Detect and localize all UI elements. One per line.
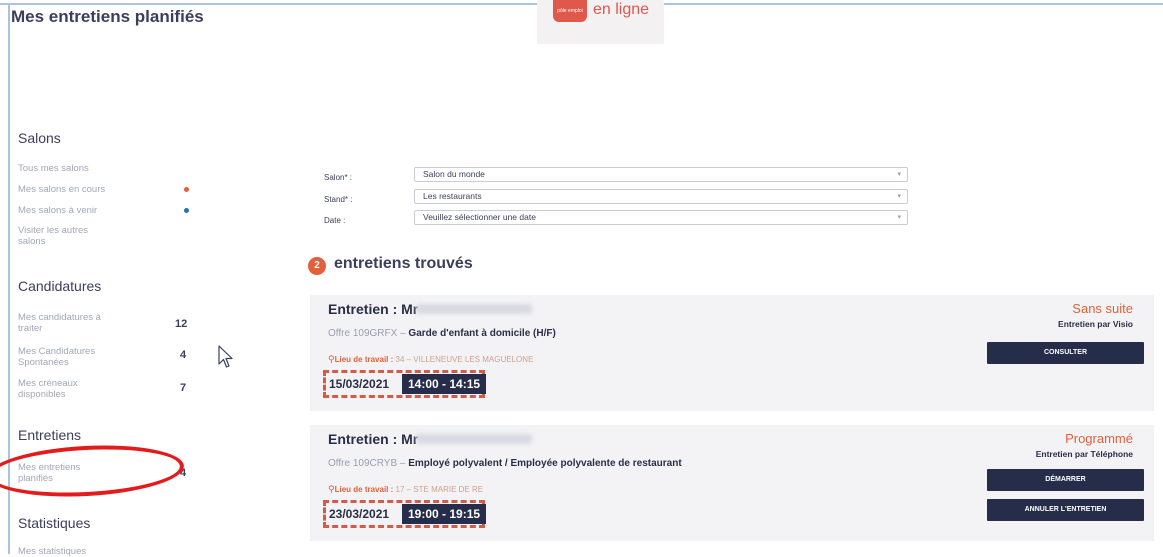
sidebar-item-label-line2: traiter: [18, 323, 43, 334]
offer-reference: Offre 109CRYB –: [328, 458, 406, 469]
sidebar-item-candidatures-spontanees[interactable]: Mes Candidatures Spontanées: [18, 346, 95, 368]
sidebar-item-tous-mes-salons[interactable]: Tous mes salons: [18, 163, 89, 174]
page-title: Mes entretiens planifiés: [11, 7, 204, 26]
salon-select[interactable]: Salon du monde ▾: [414, 167, 908, 182]
sidebar-item-salons-a-venir[interactable]: Mes salons à venir: [18, 205, 97, 216]
sidebar-item-candidatures-a-traiter[interactable]: Mes candidatures à traiter: [18, 312, 101, 334]
count-candidatures-a-traiter: 12: [175, 318, 188, 330]
stand-select[interactable]: Les restaurants ▾: [414, 189, 908, 204]
count-candidatures-spontanees: 4: [180, 349, 187, 361]
location-label: Lieu de travail :: [334, 485, 394, 494]
interview-offer: Offre 109GRFX – Garde d'enfant à domicil…: [328, 328, 556, 339]
interview-date: 23/03/2021: [329, 507, 390, 521]
date-label: Date :: [324, 216, 346, 225]
blurred-name: [416, 304, 532, 314]
chevron-down-icon: ▾: [897, 171, 901, 178]
logo-text: en ligne: [593, 1, 650, 18]
sidebar-section-candidatures: Candidatures: [18, 278, 102, 294]
sidebar-item-label-line1: Mes Candidatures: [18, 346, 96, 357]
interview-status: Programmé: [1065, 431, 1133, 446]
blurred-name: [416, 434, 532, 444]
logo-badge: pôle emploi: [553, 0, 587, 22]
sidebar-item-label-line2: disponibles: [18, 389, 66, 400]
stand-select-value: Les restaurants: [423, 191, 482, 201]
sidebar-item-salons-en-cours[interactable]: Mes salons en cours: [18, 184, 105, 195]
status-dot-en-cours: [184, 187, 189, 192]
sidebar-item-label-line1: Visiter les autres: [18, 225, 89, 236]
offer-title: Garde d'enfant à domicile (H/F): [408, 328, 556, 339]
mouse-pointer-icon: [218, 345, 233, 368]
sidebar-item-creneaux-disponibles[interactable]: Mes créneaux disponibles: [18, 378, 78, 400]
interview-candidate-name: Entretien : Mr: [328, 301, 419, 317]
sidebar-item-label-line1: Mes candidatures à: [18, 312, 101, 323]
chevron-down-icon: ▾: [897, 193, 901, 200]
status-dot-a-venir: [184, 208, 189, 213]
location-value: 34 – VILLENEUVE LES MAGUELONE: [395, 355, 534, 364]
interview-card: Entretien : Mr Offre 109GRFX – Garde d'e…: [310, 295, 1154, 411]
interview-card: Entretien : Mr Offre 109CRYB – Employé p…: [310, 425, 1154, 541]
interview-time: 14:00 - 14:15: [402, 374, 487, 394]
salon-select-value: Salon du monde: [423, 169, 485, 179]
sidebar-section-entretiens: Entretiens: [18, 427, 82, 443]
results-count-badge: 2: [308, 257, 326, 275]
date-select[interactable]: Veuillez sélectionner une date ▾: [414, 210, 908, 225]
consulter-button[interactable]: CONSULTER: [987, 342, 1144, 364]
location-label: Lieu de travail :: [334, 355, 394, 364]
map-pin-icon: ⚲: [328, 354, 335, 364]
sidebar-item-label-line1: Mes créneaux: [18, 378, 78, 389]
count-creneaux-disponibles: 7: [180, 382, 187, 394]
salon-label: Salon* :: [324, 173, 353, 182]
annuler-entretien-button[interactable]: ANNULER L'ENTRETIEN: [987, 499, 1144, 521]
interview-location: ⚲Lieu de travail : 17 – STE MARIE DE RE: [328, 484, 483, 495]
logo: pôle emploi en ligne: [537, 0, 664, 44]
interview-mode: Entretien par Visio: [1058, 319, 1133, 329]
date-select-value: Veuillez sélectionner une date: [423, 212, 536, 222]
interview-time: 19:00 - 19:15: [402, 504, 487, 524]
map-pin-icon: ⚲: [328, 484, 335, 494]
stand-label: Stand* :: [324, 195, 353, 204]
sidebar-item-label-line2: salons: [18, 236, 46, 247]
interview-location: ⚲Lieu de travail : 34 – VILLENEUVE LES M…: [328, 354, 533, 365]
interview-date: 15/03/2021: [329, 377, 390, 391]
sidebar-section-statistiques: Statistiques: [18, 515, 91, 531]
sidebar-item-visiter-salons[interactable]: Visiter les autres salons: [18, 225, 88, 247]
location-value: 17 – STE MARIE DE RE: [395, 485, 484, 494]
sidebar-section-salons: Salons: [18, 130, 61, 146]
interview-mode: Entretien par Téléphone: [1035, 449, 1133, 459]
offer-title: Employé polyvalent / Employée polyvalent…: [408, 458, 682, 469]
offer-reference: Offre 109GRFX –: [328, 328, 406, 339]
chevron-down-icon: ▾: [897, 214, 901, 221]
annotation-highlight-ellipse: [0, 440, 186, 502]
interview-offer: Offre 109CRYB – Employé polyvalent / Emp…: [328, 458, 682, 469]
interview-candidate-name: Entretien : Mr: [328, 431, 419, 447]
results-count-text: entretiens trouvés: [334, 255, 473, 272]
demarrer-button[interactable]: DÉMARRER: [987, 469, 1144, 491]
sidebar-item-label-line2: Spontanées: [18, 357, 69, 368]
interview-status: Sans suite: [1072, 301, 1133, 316]
sidebar-item-mes-statistiques[interactable]: Mes statistiques: [18, 546, 86, 557]
